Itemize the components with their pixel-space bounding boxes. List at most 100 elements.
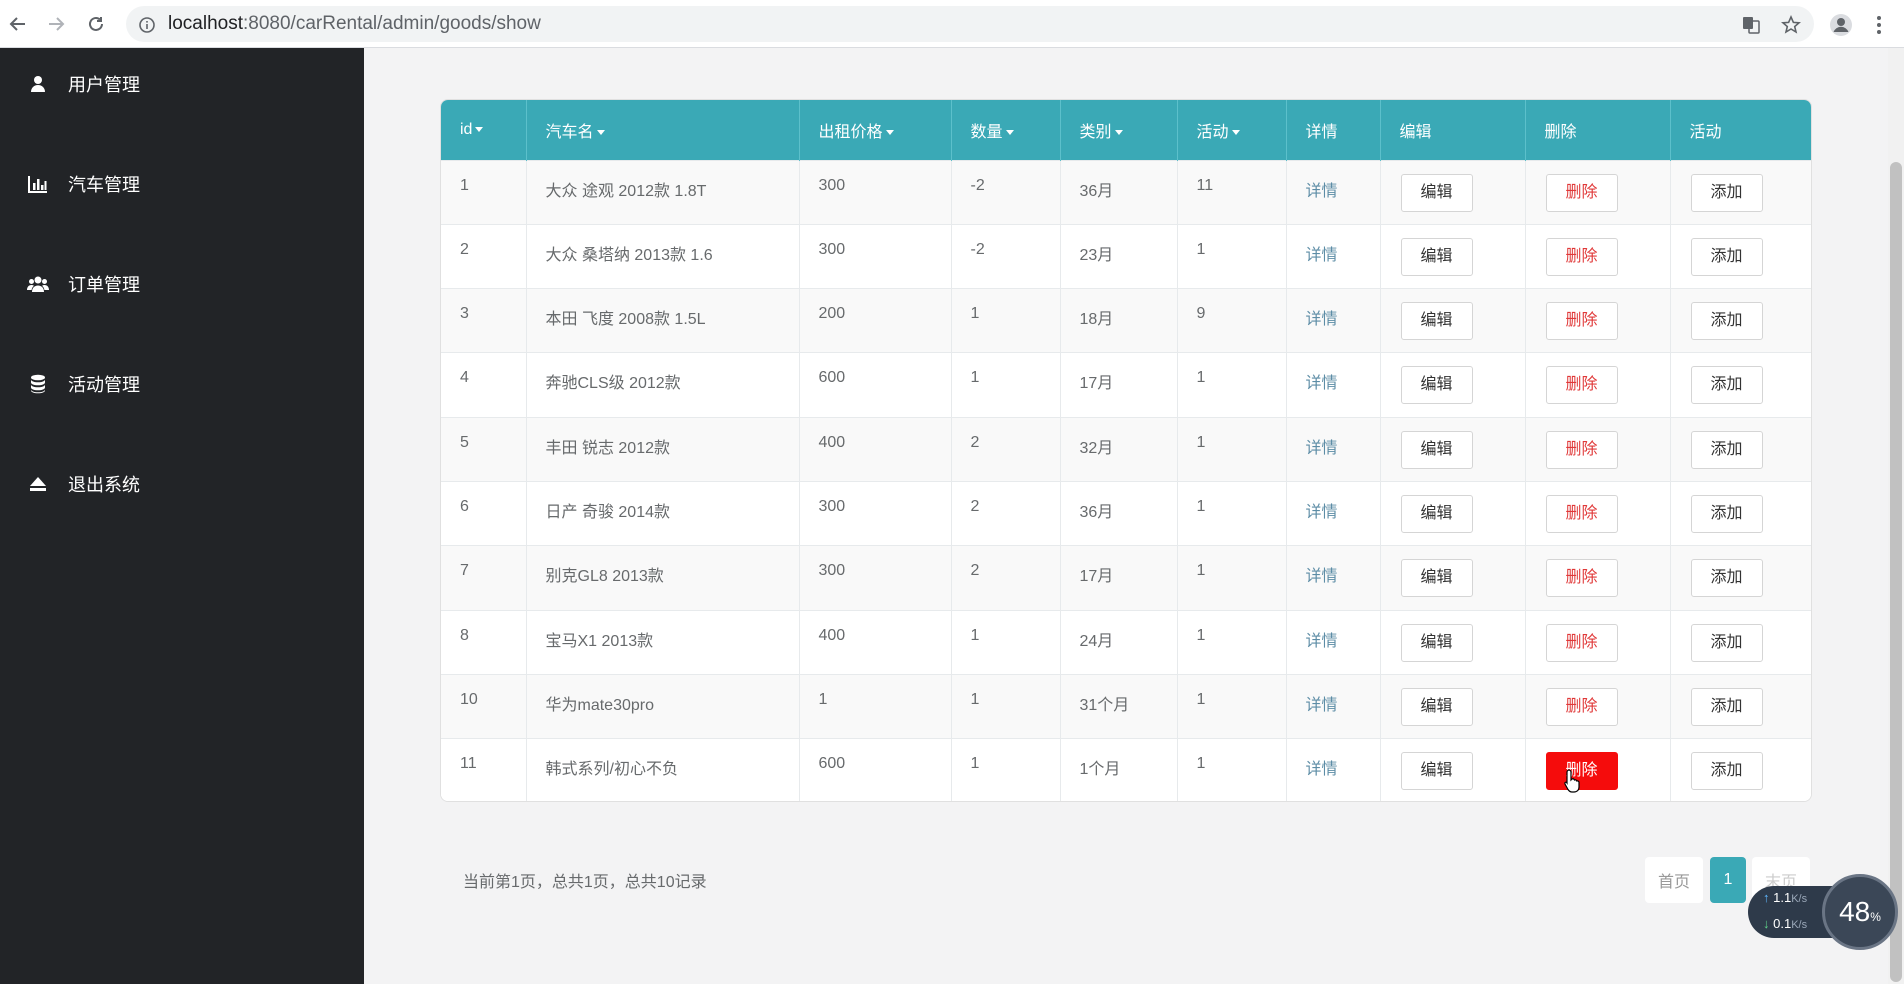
detail-link[interactable]: 详情: [1306, 440, 1338, 457]
cell-id: 4: [441, 352, 527, 418]
cell-id: 1: [441, 159, 527, 225]
header-car-name[interactable]: 汽车名: [526, 100, 800, 160]
add-activity-button[interactable]: 添加: [1690, 559, 1763, 598]
header-label: 汽车名: [545, 123, 594, 141]
cell-activity: 1: [1177, 480, 1287, 546]
detail-link[interactable]: 详情: [1306, 697, 1338, 714]
edit-button[interactable]: 编辑: [1400, 494, 1473, 533]
menu-kebab-icon[interactable]: [1866, 12, 1892, 38]
delete-button[interactable]: 删除: [1545, 366, 1618, 405]
browser-toolbar: localhost:8080/carRental/admin/goods/sho…: [0, 0, 1904, 48]
cell-activity: 1: [1177, 738, 1287, 801]
cell-category: 36月: [1060, 480, 1178, 546]
cell-activity: 1: [1177, 609, 1287, 675]
add-activity-button[interactable]: 添加: [1690, 494, 1763, 533]
reload-icon[interactable]: [82, 10, 110, 38]
cell-name: 大众 桑塔纳 2013款 1.6: [526, 223, 800, 289]
detail-link[interactable]: 详情: [1306, 633, 1338, 650]
sidebar-item-cars[interactable]: 汽车管理: [0, 154, 364, 214]
bookmark-star-icon[interactable]: [1778, 12, 1804, 38]
sidebar-item-users[interactable]: 用户管理: [0, 54, 364, 114]
add-activity-button[interactable]: 添加: [1690, 366, 1763, 405]
database-icon: [26, 372, 50, 396]
cell-activity: 1: [1177, 352, 1287, 418]
add-activity-button[interactable]: 添加: [1690, 430, 1763, 469]
add-activity-button[interactable]: 添加: [1690, 623, 1763, 662]
edit-button[interactable]: 编辑: [1400, 687, 1473, 726]
header-quantity[interactable]: 数量: [951, 100, 1061, 160]
edit-button[interactable]: 编辑: [1400, 302, 1473, 341]
cell-delete-button: 删除: [1525, 738, 1671, 801]
add-activity-button[interactable]: 添加: [1690, 687, 1763, 726]
back-icon[interactable]: [4, 10, 32, 38]
detail-link[interactable]: 详情: [1306, 247, 1338, 264]
info-icon[interactable]: [134, 12, 160, 38]
cell-add-activity-button: 添加: [1670, 352, 1811, 418]
scrollbar-thumb[interactable]: [1890, 162, 1902, 982]
profile-avatar-icon[interactable]: [1828, 12, 1854, 38]
edit-button[interactable]: 编辑: [1400, 366, 1473, 405]
memory-usage-percent: 48%: [1839, 896, 1881, 928]
add-activity-button[interactable]: 添加: [1690, 752, 1763, 791]
cell-name: 宝马X1 2013款: [526, 609, 800, 675]
detail-link[interactable]: 详情: [1306, 568, 1338, 585]
cell-detail: 详情: [1286, 609, 1381, 675]
delete-button[interactable]: 删除: [1545, 302, 1618, 341]
edit-button[interactable]: 编辑: [1400, 752, 1473, 791]
delete-button[interactable]: 删除: [1545, 430, 1618, 469]
detail-link[interactable]: 详情: [1306, 761, 1338, 778]
cell-id: 11: [441, 738, 527, 801]
header-add-activity: 活动: [1689, 123, 1722, 141]
edit-button[interactable]: 编辑: [1400, 623, 1473, 662]
current-page-button[interactable]: 1: [1710, 857, 1746, 903]
header-price[interactable]: 出租价格: [799, 100, 952, 160]
delete-button[interactable]: 删除: [1545, 173, 1618, 212]
cell-category: 17月: [1060, 545, 1178, 611]
cell-price: 300: [799, 159, 952, 225]
edit-button[interactable]: 编辑: [1400, 559, 1473, 598]
cell-price: 300: [799, 223, 952, 289]
cell-category: 36月: [1060, 159, 1178, 225]
memory-usage-circle[interactable]: 48%: [1822, 874, 1898, 950]
delete-button[interactable]: 删除: [1545, 687, 1618, 726]
first-page-button[interactable]: 首页: [1645, 857, 1703, 903]
sidebar-item-orders[interactable]: 订单管理: [0, 254, 364, 314]
cell-category: 31个月: [1060, 673, 1178, 739]
detail-link[interactable]: 详情: [1306, 183, 1338, 200]
edit-button[interactable]: 编辑: [1400, 237, 1473, 276]
cell-edit-button: 编辑: [1380, 480, 1526, 546]
cell-delete-button: 删除: [1525, 288, 1671, 353]
cell-id: 2: [441, 223, 527, 289]
cell-add-activity-button: 添加: [1670, 159, 1811, 225]
add-activity-button[interactable]: 添加: [1690, 302, 1763, 341]
cell-add-activity-button: 添加: [1670, 223, 1811, 289]
header-id[interactable]: id: [441, 100, 527, 160]
edit-button[interactable]: 编辑: [1400, 430, 1473, 469]
forward-icon[interactable]: [42, 10, 70, 38]
cell-category: 23月: [1060, 223, 1178, 289]
table-row: 8 宝马X1 2013款 400 1 24月 1 详情 编辑 删除 添加: [441, 609, 1811, 675]
translate-icon[interactable]: [1738, 12, 1764, 38]
header-category[interactable]: 类别: [1060, 100, 1178, 160]
cell-price: 600: [799, 738, 952, 801]
header-activity[interactable]: 活动: [1177, 100, 1287, 160]
delete-button[interactable]: 删除: [1545, 237, 1618, 276]
header-label: 出租价格: [818, 123, 883, 141]
add-activity-button[interactable]: 添加: [1690, 173, 1763, 212]
cell-qty: 1: [951, 288, 1061, 353]
cell-category: 24月: [1060, 609, 1178, 675]
detail-link[interactable]: 详情: [1306, 375, 1338, 392]
sidebar-item-logout[interactable]: 退出系统: [0, 454, 364, 514]
add-activity-button[interactable]: 添加: [1690, 237, 1763, 276]
cell-category: 32月: [1060, 416, 1178, 482]
sort-caret-icon: [596, 130, 605, 136]
delete-button[interactable]: 删除: [1545, 559, 1618, 598]
edit-button[interactable]: 编辑: [1400, 173, 1473, 212]
sidebar-item-activities[interactable]: 活动管理: [0, 354, 364, 414]
cell-category: 17月: [1060, 352, 1178, 418]
cell-add-activity-button: 添加: [1670, 416, 1811, 482]
delete-button[interactable]: 删除: [1545, 623, 1618, 662]
detail-link[interactable]: 详情: [1306, 311, 1338, 328]
detail-link[interactable]: 详情: [1306, 504, 1338, 521]
delete-button[interactable]: 删除: [1545, 494, 1618, 533]
